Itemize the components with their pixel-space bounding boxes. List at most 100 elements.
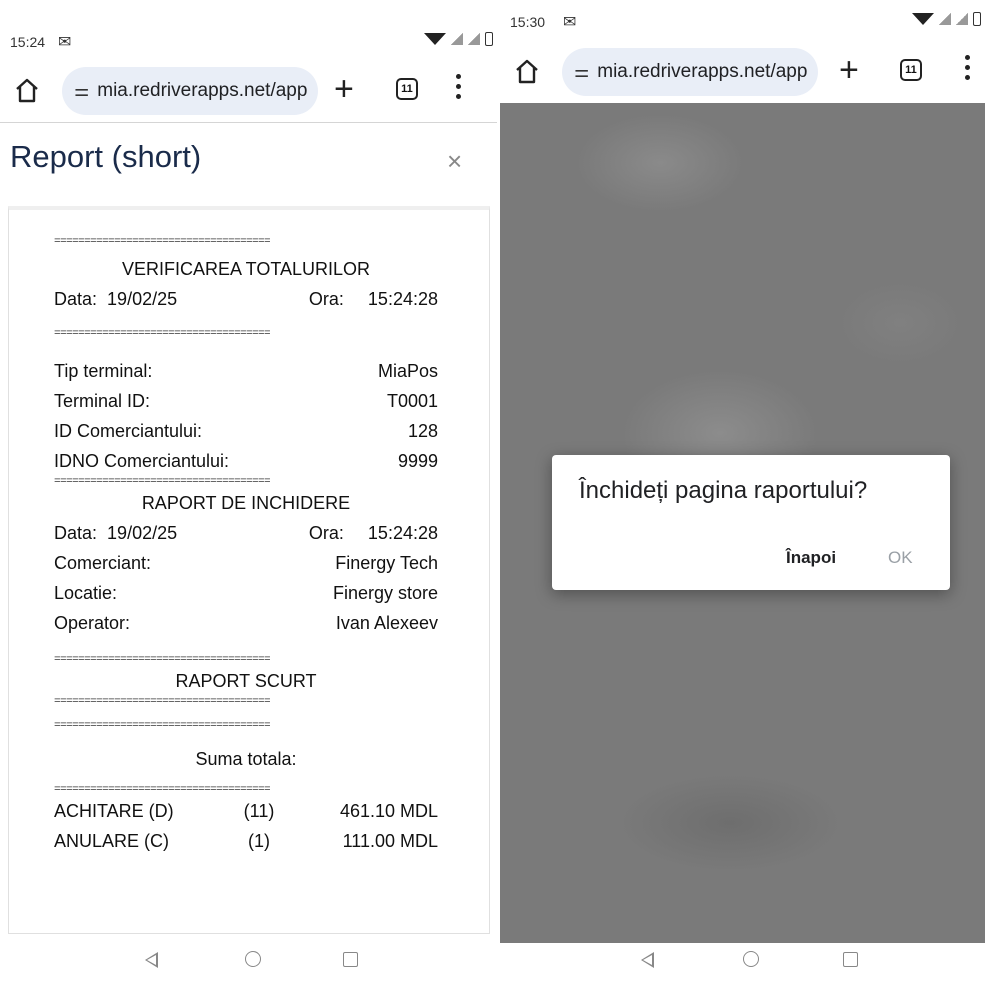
- gmail-icon: ✉: [58, 34, 72, 51]
- row-label: Locatie:: [54, 583, 118, 603]
- row-label: Operator:: [54, 613, 131, 633]
- tab-switcher-button[interactable]: 11: [900, 59, 922, 81]
- total-label: ACHITARE (D): [54, 801, 174, 821]
- row-label: Tip terminal:: [54, 361, 153, 381]
- url-bar[interactable]: ⚌ mia.redriverapps.net/app: [562, 48, 818, 96]
- separator: ====================================: [54, 696, 271, 708]
- url-bar[interactable]: ⚌ mia.redriverapps.net/app: [62, 67, 318, 115]
- modal-title: Report (short): [10, 139, 202, 174]
- wifi-icon: [912, 13, 934, 25]
- date-label: Data:: [54, 289, 98, 309]
- row-value: MiaPos: [377, 361, 438, 381]
- receipt-row: IDNO Comerciantului: 9999: [54, 446, 438, 476]
- separator: ====================================: [54, 236, 271, 248]
- row-label: IDNO Comerciantului:: [54, 451, 230, 471]
- status-bar: 15:24 ✉: [0, 30, 497, 54]
- total-amount: 111.00 MDL: [342, 831, 438, 851]
- receipt-row: Locatie: Finergy store: [54, 578, 438, 608]
- receipt-date-row: Data: 19/02/25 Ora: 15:24:28: [54, 284, 438, 314]
- left-phone-screen: 15:24 ✉ ⚌ mia.redriverapps.net/app + 11 …: [0, 0, 497, 982]
- receipt: ==================================== VER…: [54, 230, 438, 856]
- total-label: ANULARE (C): [54, 831, 170, 851]
- status-time: 15:24: [10, 34, 46, 50]
- row-value: T0001: [386, 391, 438, 411]
- site-settings-icon[interactable]: ⚌: [574, 62, 589, 82]
- browser-toolbar: ⚌ mia.redriverapps.net/app + 11: [0, 64, 497, 118]
- receipt-heading: Suma totala:: [195, 749, 297, 769]
- divider: [0, 122, 497, 123]
- separator: ====================================: [54, 476, 271, 488]
- site-settings-icon[interactable]: ⚌: [74, 81, 89, 101]
- status-icons: [912, 12, 981, 26]
- url-text: mia.redriverapps.net/app: [97, 80, 308, 101]
- wifi-icon: [424, 33, 446, 45]
- date-label: Data:: [54, 523, 98, 543]
- status-time: 15:30: [510, 14, 546, 30]
- url-text: mia.redriverapps.net/app: [597, 61, 808, 82]
- total-count: (1): [248, 831, 270, 851]
- receipt-heading: RAPORT DE INCHIDERE: [141, 493, 351, 513]
- back-button[interactable]: Înapoi: [786, 548, 836, 568]
- separator: ====================================: [54, 784, 271, 796]
- signal-icon: [956, 13, 968, 25]
- status-icons: [424, 32, 493, 46]
- browser-toolbar: ⚌ mia.redriverapps.net/app + 11: [500, 45, 985, 99]
- receipt-date-row: Data: 19/02/25 Ora: 15:24:28: [54, 518, 438, 548]
- battery-icon: [485, 32, 493, 46]
- signal-icon: [468, 33, 480, 45]
- dialog-message: Închideți pagina raportului?: [579, 477, 868, 504]
- separator: ====================================: [54, 328, 271, 340]
- back-icon[interactable]: [641, 952, 654, 968]
- system-nav-bar: [0, 948, 497, 982]
- receipt-row: Comerciant: Finergy Tech: [54, 548, 438, 578]
- row-value: Ivan Alexeev: [335, 613, 438, 633]
- status-bar: 15:30 ✉: [500, 10, 985, 34]
- time-label: Ora:: [308, 523, 344, 543]
- row-value: 9999: [397, 451, 438, 471]
- time-label: Ora:: [308, 289, 344, 309]
- receipt-row: Operator: Ivan Alexeev: [54, 608, 438, 638]
- row-label: Terminal ID:: [54, 391, 151, 411]
- receipt-row: Terminal ID: T0001: [54, 386, 438, 416]
- home-circle-icon[interactable]: [743, 951, 759, 967]
- right-phone-screen: 15:30 ✉ ⚌ mia.redriverapps.net/app + 11 …: [500, 0, 985, 982]
- system-nav-bar: [500, 948, 985, 982]
- total-count: (11): [243, 801, 275, 821]
- date-value: 19/02/25: [107, 289, 178, 309]
- home-icon[interactable]: [14, 76, 40, 104]
- confirm-dialog: Închideți pagina raportului? Înapoi OK: [552, 455, 950, 590]
- row-value: Finergy Tech: [335, 553, 438, 573]
- recents-icon[interactable]: [843, 952, 858, 967]
- signal-icon: [451, 33, 463, 45]
- row-value: Finergy store: [332, 583, 438, 603]
- time-value: 15:24:28: [367, 289, 438, 309]
- row-value: 128: [407, 421, 438, 441]
- total-amount: 461.10 MDL: [339, 801, 438, 821]
- back-icon[interactable]: [145, 952, 158, 968]
- separator: ====================================: [54, 654, 271, 666]
- receipt-row: Tip terminal: MiaPos: [54, 356, 438, 386]
- ok-button[interactable]: OK: [888, 548, 913, 568]
- totals-row: ANULARE (C) (1) 111.00 MDL: [54, 826, 438, 856]
- recents-icon[interactable]: [343, 952, 358, 967]
- date-value: 19/02/25: [107, 523, 178, 543]
- new-tab-button[interactable]: +: [839, 51, 859, 89]
- gmail-icon: ✉: [563, 14, 577, 31]
- row-label: Comerciant:: [54, 553, 152, 573]
- menu-icon[interactable]: [965, 55, 971, 85]
- separator: ====================================: [54, 720, 271, 732]
- home-icon[interactable]: [514, 57, 540, 85]
- receipt-heading: VERIFICAREA TOTALURILOR: [121, 259, 371, 279]
- totals-row: ACHITARE (D) (11) 461.10 MDL: [54, 796, 438, 826]
- row-label: ID Comerciantului:: [54, 421, 203, 441]
- new-tab-button[interactable]: +: [334, 70, 354, 108]
- signal-icon: [939, 13, 951, 25]
- receipt-row: ID Comerciantului: 128: [54, 416, 438, 446]
- close-icon[interactable]: ×: [447, 146, 462, 177]
- tab-switcher-button[interactable]: 11: [396, 78, 418, 100]
- time-value: 15:24:28: [367, 523, 438, 543]
- menu-icon[interactable]: [456, 74, 462, 104]
- home-circle-icon[interactable]: [245, 951, 261, 967]
- battery-icon: [973, 12, 981, 26]
- receipt-heading: RAPORT SCURT: [175, 671, 317, 691]
